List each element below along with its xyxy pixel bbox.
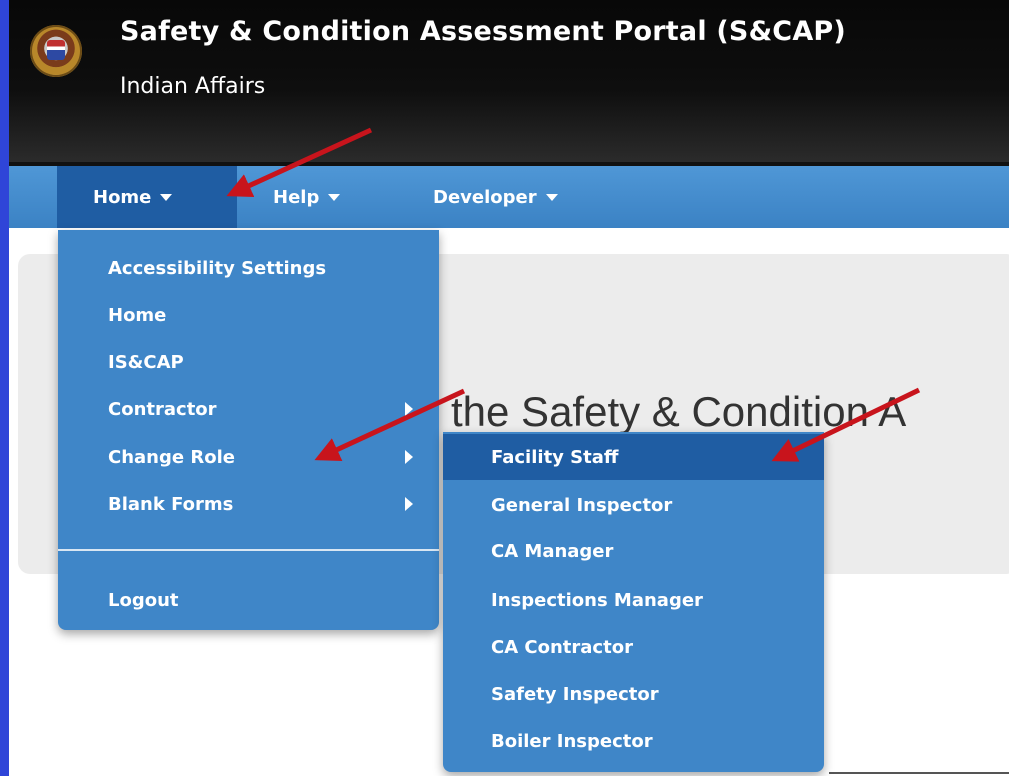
nav-developer[interactable]: Developer [397, 166, 597, 228]
menu-item-label: Home [108, 304, 167, 326]
menu-divider [58, 549, 439, 551]
submenu-item-ca-contractor[interactable]: CA Contractor [443, 624, 824, 670]
chevron-right-icon [405, 450, 413, 464]
submenu-item-general-inspector[interactable]: General Inspector [443, 482, 824, 528]
caret-down-icon [160, 193, 173, 201]
menu-item-label: Change Role [108, 446, 235, 468]
menu-item-blank-forms[interactable]: Blank Forms [58, 482, 439, 526]
chevron-right-icon [405, 402, 413, 416]
menu-item-accessibility-settings[interactable]: Accessibility Settings [58, 246, 439, 290]
submenu-item-label: Boiler Inspector [491, 730, 653, 752]
nav-help[interactable]: Help [237, 166, 387, 228]
caret-down-icon [328, 193, 341, 201]
menu-item-logout[interactable]: Logout [58, 578, 439, 622]
menu-item-change-role[interactable]: Change Role [58, 435, 439, 479]
submenu-item-facility-staff[interactable]: Facility Staff [443, 434, 824, 480]
menu-item-iscap[interactable]: IS&CAP [58, 340, 439, 384]
submenu-item-boiler-inspector[interactable]: Boiler Inspector [443, 718, 824, 764]
submenu-item-label: General Inspector [491, 494, 673, 516]
home-dropdown-menu: Accessibility Settings Home IS&CAP Contr… [58, 230, 439, 630]
submenu-item-inspections-manager[interactable]: Inspections Manager [443, 577, 824, 623]
main-nav: Home Help Developer [9, 166, 1009, 228]
nav-home-label: Home [93, 186, 152, 208]
department-seal-icon [30, 25, 82, 77]
divider-line [829, 772, 1009, 774]
chevron-right-icon [405, 497, 413, 511]
submenu-item-label: Inspections Manager [491, 589, 703, 611]
app-window: Safety & Condition Assessment Portal (S&… [9, 0, 1009, 776]
submenu-item-safety-inspector[interactable]: Safety Inspector [443, 671, 824, 717]
nav-help-label: Help [273, 186, 320, 208]
site-header: Safety & Condition Assessment Portal (S&… [9, 0, 1009, 166]
submenu-item-label: Safety Inspector [491, 683, 659, 705]
caret-down-icon [545, 193, 558, 201]
menu-item-label: Contractor [108, 398, 217, 420]
app-title: Safety & Condition Assessment Portal (S&… [120, 16, 846, 47]
submenu-item-label: CA Manager [491, 540, 614, 562]
menu-item-label: Logout [108, 589, 179, 611]
submenu-item-label: CA Contractor [491, 636, 633, 658]
app-subtitle: Indian Affairs [120, 74, 266, 99]
menu-item-contractor[interactable]: Contractor [58, 387, 439, 431]
nav-home[interactable]: Home [57, 166, 237, 228]
menu-item-home[interactable]: Home [58, 293, 439, 337]
menu-item-label: Blank Forms [108, 493, 234, 515]
change-role-submenu: Facility Staff General Inspector CA Mana… [443, 432, 824, 772]
welcome-heading: the Safety & Condition A [451, 388, 907, 435]
menu-item-label: Accessibility Settings [108, 257, 327, 279]
nav-developer-label: Developer [433, 186, 537, 208]
submenu-item-ca-manager[interactable]: CA Manager [443, 528, 824, 574]
submenu-item-label: Facility Staff [491, 446, 619, 468]
menu-item-label: IS&CAP [108, 351, 184, 373]
